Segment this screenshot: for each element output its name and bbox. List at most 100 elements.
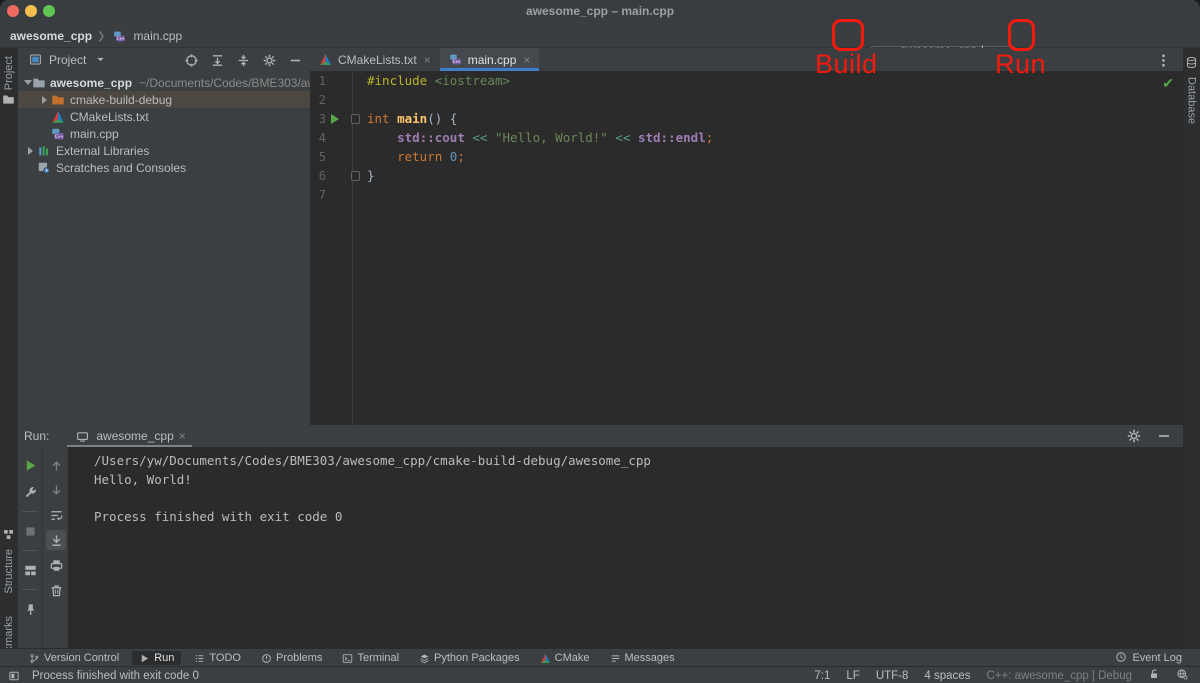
highlighting-level-icon[interactable]: [1176, 668, 1188, 683]
window-title: awesome_cpp – main.cpp: [525, 4, 675, 18]
tab-label: main.cpp: [467, 52, 517, 67]
run-annotation-label: Run: [995, 49, 1047, 79]
rerun-button[interactable]: [20, 455, 40, 475]
run-panel-toolbar-console: [42, 447, 69, 648]
line-number: 4: [318, 130, 326, 145]
indent-setting[interactable]: 4 spaces: [924, 670, 970, 682]
restore-layout-button[interactable]: [20, 560, 40, 580]
editor-tab-main-cpp[interactable]: C++ main.cpp ×: [439, 48, 540, 71]
toolwindow-button-problems[interactable]: Problems: [254, 651, 329, 665]
cmake-icon: [50, 110, 66, 124]
run-console-output[interactable]: /Users/yw/Documents/Codes/BME303/awesome…: [68, 447, 1183, 648]
hide-panel-button[interactable]: [286, 51, 304, 69]
tree-item-label: cmake-build-debug: [70, 92, 173, 107]
toolwindow-button-database[interactable]: Database: [1185, 56, 1198, 124]
code-line-7[interactable]: 7: [310, 185, 1183, 204]
clear-all-button[interactable]: [46, 580, 66, 600]
terminal-icon: [342, 653, 353, 664]
token: }: [367, 168, 375, 183]
run-panel-toolbar-main: [18, 447, 42, 648]
code-line-3[interactable]: 3 int main() {: [310, 109, 1183, 128]
code-line-5[interactable]: 5 return 0;: [310, 147, 1183, 166]
tree-item-cmakelists-txt[interactable]: CMakeLists.txt: [18, 108, 310, 125]
hide-run-panel-button[interactable]: [1155, 427, 1173, 445]
pin-tab-button[interactable]: [20, 599, 40, 619]
run-tab[interactable]: awesome_cpp ×: [67, 425, 193, 448]
toolwindow-button-todo[interactable]: TODO: [187, 651, 248, 665]
console-line-2: Hello, World!: [94, 471, 192, 487]
file-encoding[interactable]: UTF-8: [876, 670, 909, 682]
todo-icon: [194, 653, 205, 664]
toolwindow-button-label: CMake: [554, 652, 590, 664]
tree-item-main-cpp[interactable]: C++ main.cpp: [18, 125, 310, 142]
tree-item-scratches-and-consoles[interactable]: Scratches and Consoles: [18, 159, 310, 176]
editor-tab-cmakelists-txt[interactable]: CMakeLists.txt ×: [310, 48, 440, 71]
line-number: 1: [318, 73, 326, 88]
code-text: }: [363, 168, 375, 183]
collapse-all-button[interactable]: [234, 51, 252, 69]
project-tree: awesome_cpp ~/Documents/Codes/BME303/awe c…: [18, 71, 323, 176]
scroll-to-end-button[interactable]: [46, 530, 66, 550]
chevron-closed-icon[interactable]: [24, 146, 36, 155]
inspections-ok-icon[interactable]: ✔: [1162, 75, 1174, 92]
code-line-4[interactable]: 4 std::cout << "Hello, World!" << std::e…: [310, 128, 1183, 147]
line-ending[interactable]: LF: [846, 670, 859, 682]
toolwindow-button-terminal[interactable]: Terminal: [335, 651, 406, 665]
tree-item-awesome_cpp[interactable]: awesome_cpp ~/Documents/Codes/BME303/awe: [18, 74, 323, 91]
toolwindow-switcher-icon[interactable]: [8, 670, 20, 682]
line-number: 5: [318, 149, 326, 164]
code-line-1[interactable]: 1 #include <iostream>: [310, 71, 1183, 90]
tree-item-external-libraries[interactable]: External Libraries: [18, 142, 310, 159]
project-panel-title[interactable]: Project: [49, 53, 86, 67]
toolwindow-button-run[interactable]: Run: [132, 651, 182, 665]
toolwindow-button-cmake[interactable]: CMake: [533, 651, 597, 665]
locate-file-button[interactable]: [182, 51, 200, 69]
library-icon: [36, 144, 52, 158]
toolwindow-button-messages[interactable]: Messages: [603, 651, 682, 665]
fold-marker[interactable]: [344, 113, 363, 124]
code-line-6[interactable]: 6}: [310, 166, 1183, 185]
breadcrumb-project[interactable]: awesome_cpp: [10, 29, 92, 43]
close-icon[interactable]: ×: [523, 53, 530, 67]
breadcrumb-file[interactable]: main.cpp: [133, 29, 182, 43]
status-message: Process finished with exit code 0: [32, 669, 199, 682]
cpp-icon: C++: [50, 127, 66, 141]
run-line-marker[interactable]: [326, 113, 344, 124]
token: std::endl: [637, 130, 706, 145]
fold-marker[interactable]: [344, 170, 363, 181]
project-stripe-icon: [2, 93, 15, 111]
folder-excluded-icon: [50, 93, 66, 107]
token: std::cout: [397, 130, 465, 145]
tabs-more-menu-icon[interactable]: [1153, 50, 1173, 70]
edit-configuration-button[interactable]: [20, 482, 40, 502]
project-options-button[interactable]: [260, 51, 278, 69]
prev-occurrence-button[interactable]: [46, 455, 66, 475]
chevron-closed-icon[interactable]: [38, 95, 50, 104]
toolwindow-button-version-control[interactable]: Version Control: [22, 651, 126, 665]
next-occurrence-button[interactable]: [46, 480, 66, 500]
toolwindow-button-project[interactable]: Project: [2, 56, 15, 111]
resolve-context[interactable]: C++: awesome_cpp | Debug: [986, 670, 1132, 682]
event-log-button[interactable]: Event Log: [1115, 651, 1182, 666]
messages-icon: [610, 653, 621, 664]
caret-position[interactable]: 7:1: [814, 670, 830, 682]
breadcrumb-separator-icon: ❯: [97, 30, 106, 42]
expand-all-button[interactable]: [208, 51, 226, 69]
toolwindow-button-python-packages[interactable]: Python Packages: [412, 651, 527, 665]
tree-item-label: awesome_cpp: [50, 75, 133, 90]
toolwindow-button-structure[interactable]: Structure: [2, 528, 15, 594]
database-stripe-label: Database: [1185, 77, 1198, 125]
print-button[interactable]: [46, 555, 66, 575]
chevron-open-icon[interactable]: [24, 80, 32, 85]
tree-item-cmake-build-debug[interactable]: cmake-build-debug: [18, 91, 310, 108]
unlock-icon[interactable]: [1148, 668, 1160, 683]
run-options-button[interactable]: [1125, 427, 1143, 445]
code-line-2[interactable]: 2: [310, 90, 1183, 109]
soft-wrap-button[interactable]: [46, 505, 66, 525]
chevron-down-icon[interactable]: [91, 51, 109, 69]
close-icon[interactable]: ×: [424, 53, 431, 67]
run-tab-label: awesome_cpp: [96, 429, 174, 443]
close-icon[interactable]: ×: [179, 429, 186, 443]
project-panel: Project awesome_cpp ~/Documents/Codes/BME…: [18, 48, 323, 425]
code-editor[interactable]: 1 #include <iostream> 2 3 int main() {4 std:…: [310, 71, 1183, 425]
